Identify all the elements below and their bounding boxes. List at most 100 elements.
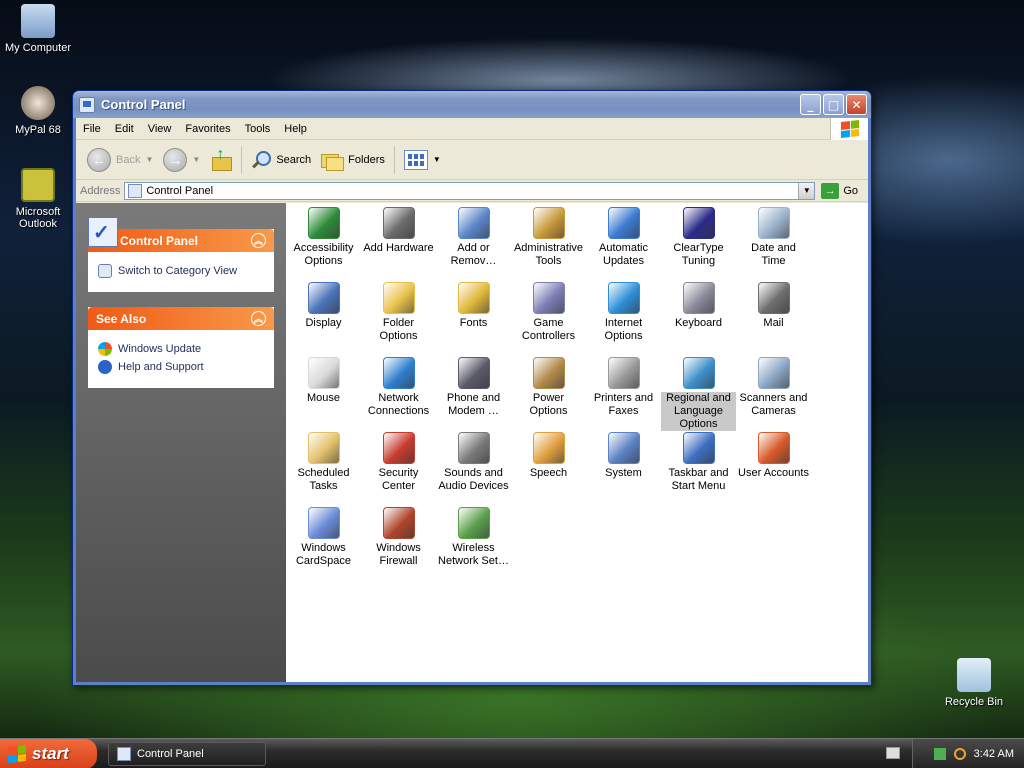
minimize-button[interactable]: _ [800, 94, 821, 115]
control-panel-item[interactable]: ClearType Tuning [661, 203, 736, 278]
control-panel-item-icon [682, 207, 715, 239]
collapse-icon[interactable]: ︽ [251, 311, 266, 326]
desktop-icon-mypal[interactable]: MyPal 68 [0, 86, 76, 136]
menu-tools[interactable]: Tools [238, 123, 278, 135]
control-panel-item[interactable]: Add Hardware [361, 203, 436, 278]
link-label: Windows Update [118, 343, 202, 355]
maximize-button[interactable]: □ [823, 94, 844, 115]
control-panel-item[interactable]: Mail [736, 278, 811, 353]
search-button[interactable]: Search [246, 144, 316, 176]
control-panel-item-label: Taskbar and Start Menu [668, 467, 729, 492]
control-panel-icon [128, 183, 143, 198]
desktop-icon-my-computer[interactable]: My Computer [0, 4, 76, 54]
back-button[interactable]: ← Back ▼ [82, 144, 158, 176]
desktop-icon-label: My Computer [4, 42, 72, 54]
close-button[interactable]: ✕ [846, 94, 867, 115]
address-input[interactable]: Control Panel ▼ [124, 181, 816, 200]
control-panel-item[interactable]: Power Options [511, 353, 586, 428]
task-pane: Control Panel ︽ Switch to Category View … [76, 203, 286, 682]
control-panel-item-label: Scanners and Cameras [739, 392, 808, 417]
control-panel-item[interactable]: System [586, 428, 661, 503]
search-icon[interactable] [953, 748, 966, 760]
link-label: Switch to Category View [118, 265, 238, 277]
control-panel-item[interactable]: Folder Options [361, 278, 436, 353]
network-icon[interactable] [933, 748, 946, 760]
menu-help[interactable]: Help [277, 123, 314, 135]
see-also-panel-header[interactable]: See Also ︽ [88, 307, 274, 330]
control-panel-item[interactable]: Add or Remov… [436, 203, 511, 278]
collapse-icon[interactable]: ︽ [251, 233, 266, 248]
forward-arrow-icon: → [163, 147, 188, 172]
control-panel-item[interactable]: Scanners and Cameras [736, 353, 811, 428]
control-panel-item[interactable]: Printers and Faxes [586, 353, 661, 428]
control-panel-item[interactable]: Accessibility Options [286, 203, 361, 278]
control-panel-item[interactable]: Keyboard [661, 278, 736, 353]
chevron-down-icon[interactable]: ▼ [192, 155, 200, 164]
folders-button[interactable]: Folders [316, 144, 390, 176]
mypal-icon [21, 86, 55, 120]
control-panel-item-label: Sounds and Audio Devices [438, 467, 509, 492]
control-panel-item[interactable]: Wireless Network Set… [436, 503, 511, 578]
control-panel-item[interactable]: User Accounts [736, 428, 811, 503]
chevron-down-icon[interactable]: ▼ [145, 155, 153, 164]
desktop-icon-outlook[interactable]: Microsoft Outlook [0, 168, 76, 230]
control-panel-item[interactable]: Date and Time [736, 203, 811, 278]
keyboard-icon[interactable] [886, 747, 900, 759]
taskbar-button-control-panel[interactable]: Control Panel [108, 742, 266, 766]
control-panel-item-label: Keyboard [674, 317, 723, 329]
control-panel-item-label: Wireless Network Set… [438, 542, 509, 567]
back-arrow-icon: ← [87, 147, 111, 172]
control-panel-item[interactable]: Windows Firewall [361, 503, 436, 578]
control-panel-item-label: Folder Options [379, 317, 418, 342]
menu-bar: File Edit View Favorites Tools Help [76, 118, 868, 140]
go-button[interactable]: → Go [821, 182, 864, 199]
control-panel-panel-header[interactable]: Control Panel ︽ [88, 217, 274, 252]
desktop-icon-label: Microsoft Outlook [15, 206, 61, 230]
start-button[interactable]: start [0, 739, 97, 768]
windows-update-link[interactable]: Windows Update [98, 342, 264, 356]
menu-view[interactable]: View [141, 123, 179, 135]
views-button[interactable]: ▼ [399, 144, 446, 176]
title-bar[interactable]: Control Panel _ □ ✕ [73, 91, 871, 118]
forward-button[interactable]: → ▼ [158, 144, 205, 176]
control-panel-item-label: Internet Options [604, 317, 643, 342]
control-panel-item[interactable]: Mouse [286, 353, 361, 428]
menu-favorites[interactable]: Favorites [178, 123, 237, 135]
control-panel-item-label: Mail [763, 317, 784, 329]
control-panel-item[interactable]: Regional and Language Options [661, 353, 736, 431]
control-panel-item[interactable]: Scheduled Tasks [286, 428, 361, 503]
control-panel-item-icon [457, 432, 490, 464]
control-panel-item[interactable]: Network Connections [361, 353, 436, 428]
outlook-icon [21, 168, 55, 202]
menu-file[interactable]: File [76, 123, 108, 135]
up-button[interactable] [205, 144, 237, 176]
control-panel-item[interactable]: Windows CardSpace [286, 503, 361, 578]
windows-update-icon [98, 342, 112, 356]
control-panel-item-icon [457, 282, 490, 314]
control-panel-item[interactable]: Speech [511, 428, 586, 503]
control-panel-item[interactable]: Taskbar and Start Menu [661, 428, 736, 503]
control-panel-item-label: Power Options [529, 392, 568, 417]
control-panel-item-label: Windows CardSpace [295, 542, 352, 567]
control-panel-item[interactable]: Administrative Tools [511, 203, 586, 278]
control-panel-item[interactable]: Sounds and Audio Devices [436, 428, 511, 503]
help-and-support-link[interactable]: Help and Support [98, 360, 264, 374]
menu-edit[interactable]: Edit [108, 123, 141, 135]
control-panel-item[interactable]: Automatic Updates [586, 203, 661, 278]
control-panel-item[interactable]: Fonts [436, 278, 511, 353]
control-panel-item[interactable]: Display [286, 278, 361, 353]
desktop-icon-recycle-bin[interactable]: Recycle Bin [936, 658, 1012, 708]
address-value: Control Panel [146, 184, 214, 197]
clock[interactable]: 3:42 AM [974, 748, 1014, 760]
control-panel-item[interactable]: Security Center [361, 428, 436, 503]
control-panel-item-icon [682, 432, 715, 464]
control-panel-item[interactable]: Phone and Modem … [436, 353, 511, 428]
chevron-down-icon[interactable]: ▼ [798, 182, 815, 199]
control-panel-item[interactable]: Game Controllers [511, 278, 586, 353]
folder-up-icon [210, 146, 233, 171]
address-label: Address [80, 184, 121, 197]
control-panel-item[interactable]: Internet Options [586, 278, 661, 353]
desktop-icon-label: Recycle Bin [944, 696, 1004, 708]
switch-to-category-view-link[interactable]: Switch to Category View [98, 264, 264, 278]
category-view-icon [98, 264, 112, 278]
